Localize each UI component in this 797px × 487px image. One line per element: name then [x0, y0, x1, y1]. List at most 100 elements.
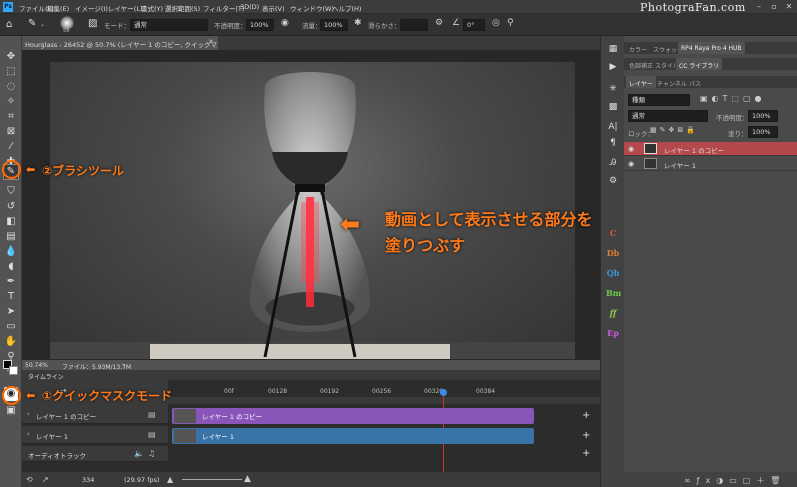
add-media-icon[interactable]: +: [582, 430, 590, 441]
tab-layers[interactable]: レイヤー: [626, 76, 656, 88]
close-icon[interactable]: ✕: [784, 2, 794, 12]
layer-item[interactable]: ◉ レイヤー 1: [624, 157, 797, 171]
track-menu-icon[interactable]: ▤: [148, 430, 156, 439]
pressure-opacity-icon[interactable]: ◉: [281, 18, 289, 28]
play-action-icon[interactable]: ▶: [606, 60, 620, 74]
zoom-out-icon[interactable]: ▲: [167, 475, 173, 484]
loop-icon[interactable]: ⟲: [26, 475, 33, 484]
layer-action-icons[interactable]: ∞ƒx◑▭▢＋🗑: [684, 475, 786, 486]
eyedropper-tool-icon[interactable]: ⁄: [4, 140, 18, 154]
hand-tool-icon[interactable]: ✋: [4, 335, 18, 349]
history-brush-tool-icon[interactable]: ↺: [4, 200, 18, 214]
dodge-tool-icon[interactable]: ◖: [4, 260, 18, 274]
zoom-level[interactable]: 50.74%: [25, 362, 48, 369]
background-color-swatch[interactable]: [9, 366, 18, 375]
menu-window[interactable]: ウィンドウ(W): [290, 3, 334, 13]
history-panel-icon[interactable]: ▦: [606, 42, 620, 56]
zoom-in-icon[interactable]: ▲: [244, 474, 251, 484]
airbrush-icon[interactable]: ✱: [354, 18, 362, 28]
home-icon[interactable]: ⌂: [6, 19, 12, 30]
symmetry-icon[interactable]: ⚲: [507, 18, 514, 28]
menu-view[interactable]: 表示(V): [262, 3, 285, 13]
layer-opacity-input[interactable]: 100%: [748, 110, 778, 122]
video-clip[interactable]: レイヤー 1 のコピー: [172, 408, 534, 424]
menu-help[interactable]: ヘルプ(H): [332, 3, 361, 13]
add-media-icon[interactable]: +: [582, 410, 590, 421]
zoom-slider[interactable]: [182, 479, 242, 480]
menu-layer[interactable]: レイヤー(L): [108, 3, 143, 13]
fill-input[interactable]: 100%: [748, 126, 778, 138]
eraser-tool-icon[interactable]: ◧: [4, 215, 18, 229]
screen-mode-icon[interactable]: ▣: [4, 404, 18, 418]
smoothing-input[interactable]: [400, 19, 428, 31]
visibility-eye-icon[interactable]: ◉: [628, 145, 634, 153]
library-qb-icon[interactable]: Qb: [606, 266, 620, 280]
layer-filter-icons[interactable]: ▣◐T⬚▢●: [700, 94, 766, 103]
lasso-tool-icon[interactable]: ◌: [4, 80, 18, 94]
crop-tool-icon[interactable]: ⌗: [4, 110, 18, 124]
tab-paths[interactable]: パス: [686, 76, 704, 88]
glyph-panel-icon[interactable]: Ꭿ: [606, 156, 620, 170]
brush-settings-icon[interactable]: ▨: [88, 18, 97, 29]
track-expand-icon[interactable]: ›: [27, 410, 30, 418]
flow-input[interactable]: 100%: [320, 19, 348, 31]
blur-tool-icon[interactable]: 💧: [4, 245, 18, 259]
frame-tool-icon[interactable]: ⊠: [4, 125, 18, 139]
opacity-input[interactable]: 100%: [246, 19, 274, 31]
layer-filter-kind[interactable]: 種類: [628, 94, 690, 106]
convert-icon[interactable]: ↗: [42, 475, 49, 484]
menu-filter[interactable]: フィルター(T): [203, 3, 244, 13]
brush-preset-icon[interactable]: ✎: [28, 18, 36, 29]
library-c-icon[interactable]: C: [606, 226, 620, 240]
menu-edit[interactable]: 編集(E): [47, 3, 69, 13]
type-tool-icon[interactable]: T: [4, 290, 18, 304]
quick-select-tool-icon[interactable]: ✧: [4, 95, 18, 109]
move-tool-icon[interactable]: ✥: [4, 50, 18, 64]
mute-audio-icon[interactable]: 🔈: [134, 449, 144, 458]
timeline-track[interactable]: › レイヤー 1 のコピー ▤: [22, 406, 168, 424]
shape-tool-icon[interactable]: ▭: [4, 320, 18, 334]
audio-track[interactable]: オーディオトラック 🔈 ♫: [22, 446, 168, 462]
pen-tool-icon[interactable]: ✒: [4, 275, 18, 289]
pressure-size-icon[interactable]: ◎: [492, 18, 500, 28]
add-audio-icon[interactable]: +: [582, 448, 590, 459]
marquee-tool-icon[interactable]: ⬚: [4, 65, 18, 79]
audio-menu-icon[interactable]: ♫: [148, 449, 155, 458]
timeline-track[interactable]: › レイヤー 1 ▤: [22, 426, 168, 444]
character-panel-icon[interactable]: A|: [606, 120, 620, 134]
library-ep-icon[interactable]: Ep: [606, 326, 620, 340]
track-expand-icon[interactable]: ›: [27, 430, 30, 438]
status-arrow-icon[interactable]: ›: [122, 361, 125, 369]
tab-raya-pro[interactable]: RP4 Raya Pro 4 HUB: [678, 42, 745, 54]
work-area-bar[interactable]: [168, 397, 600, 404]
visibility-eye-icon[interactable]: ◉: [628, 160, 634, 168]
library-db-icon[interactable]: Db: [606, 246, 620, 260]
brush-panel-icon[interactable]: ✳: [606, 82, 620, 96]
tab-color[interactable]: カラー: [626, 42, 650, 54]
layer-item-selected[interactable]: ◉ レイヤー 1 のコピー: [624, 142, 797, 156]
tab-close-icon[interactable]: ✕: [208, 38, 214, 46]
menu-image[interactable]: イメージ(I): [75, 3, 108, 13]
smoothing-gear-icon[interactable]: ⚙: [435, 18, 443, 28]
minimize-icon[interactable]: –: [754, 2, 764, 12]
library-ff-icon[interactable]: ff: [606, 306, 620, 320]
maximize-icon[interactable]: ▫: [769, 2, 779, 12]
track-menu-icon[interactable]: ▤: [148, 410, 156, 419]
mode-select[interactable]: 通常: [130, 19, 208, 31]
properties-panel-icon[interactable]: ⚙: [606, 174, 620, 188]
library-bm-icon[interactable]: Bm: [606, 286, 621, 300]
video-clip[interactable]: レイヤー 1: [172, 428, 534, 444]
menu-3d[interactable]: 3D(D): [240, 3, 259, 11]
preset-dropdown-icon[interactable]: ⌄: [40, 21, 45, 28]
menu-select[interactable]: 選択範囲(S): [165, 3, 200, 13]
clone-stamp-tool-icon[interactable]: ⛉: [4, 185, 18, 199]
document-tab[interactable]: Hourglass - 26452 @ 50.7% (レイヤー 1 のコピー, …: [22, 36, 218, 50]
blend-mode-select[interactable]: 通常: [628, 110, 708, 122]
path-select-tool-icon[interactable]: ➤: [4, 305, 18, 319]
tab-cc-libraries[interactable]: CC ライブラリ: [676, 58, 723, 70]
lock-icons[interactable]: ▦✎✥⊠🔒: [650, 126, 698, 134]
angle-input[interactable]: 0°: [463, 19, 485, 31]
playhead-handle[interactable]: [440, 389, 447, 396]
gradient-tool-icon[interactable]: ▤: [4, 230, 18, 244]
menu-type[interactable]: 書式(Y): [141, 3, 163, 13]
